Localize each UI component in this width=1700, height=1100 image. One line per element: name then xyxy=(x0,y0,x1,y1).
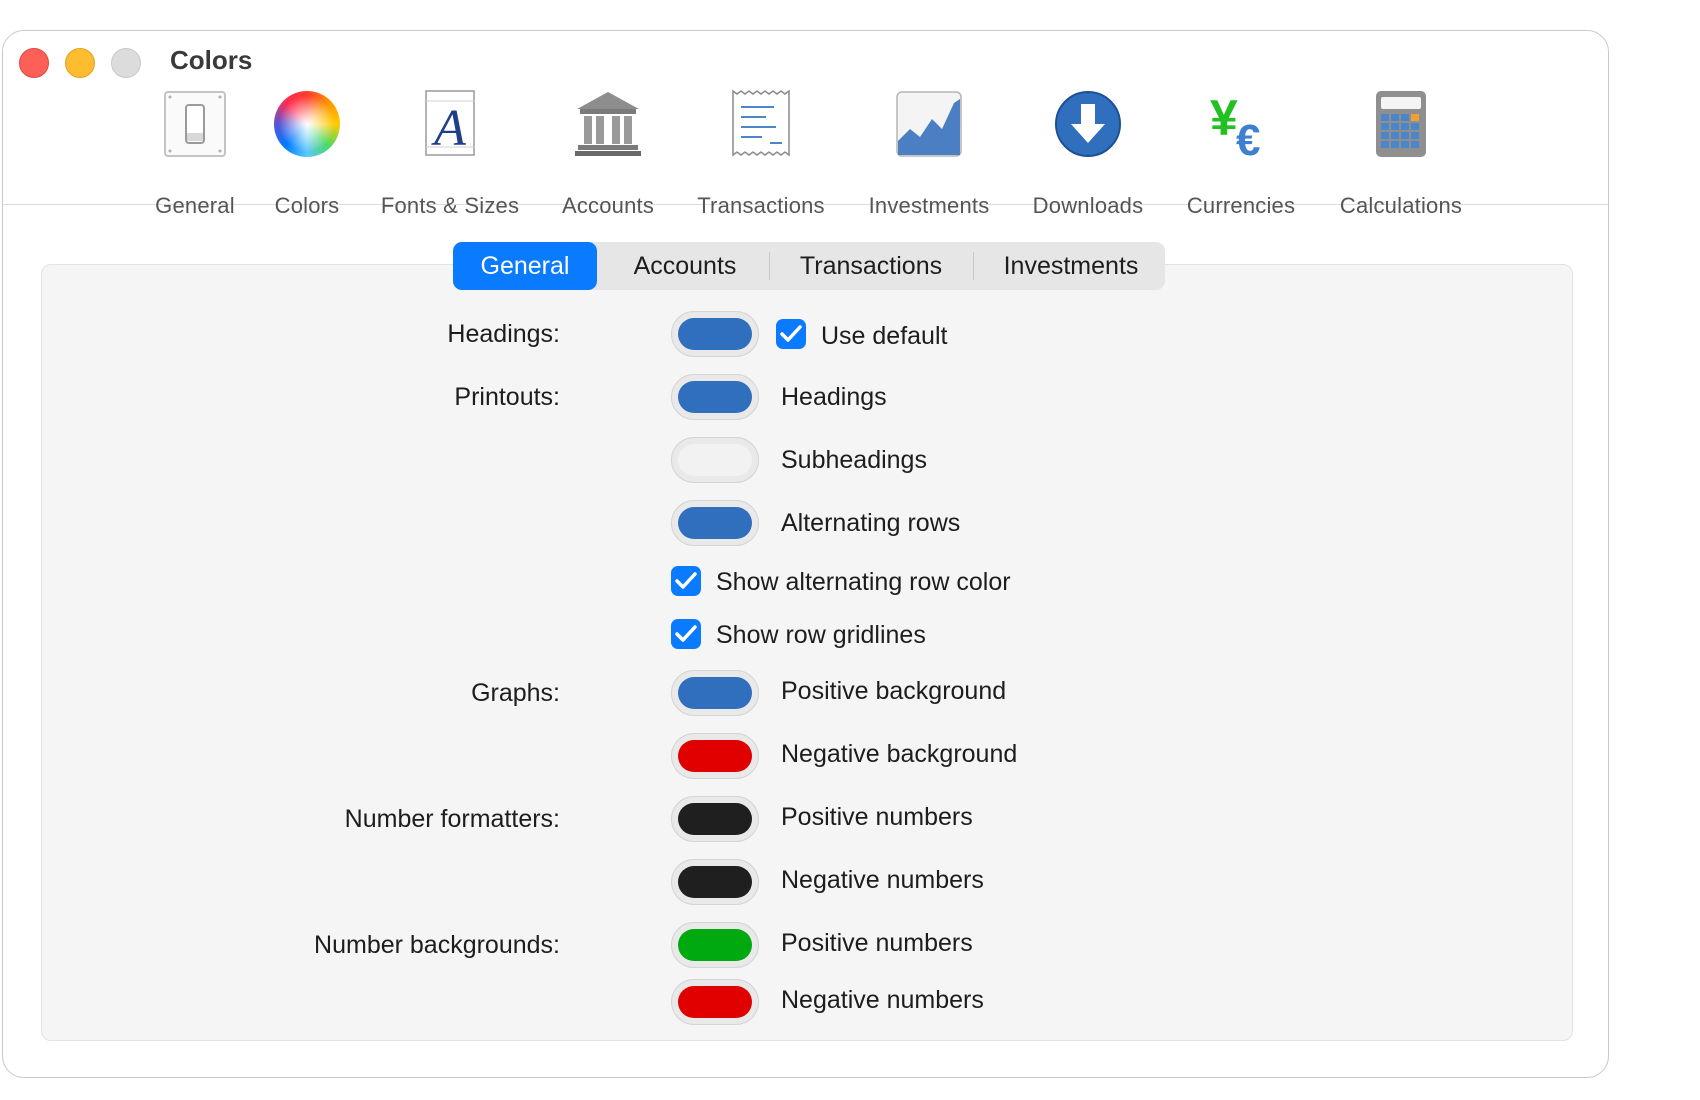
printouts-headings-color-well[interactable] xyxy=(671,374,759,420)
svg-text:€: € xyxy=(1236,116,1260,159)
toolbar-label-accounts: Accounts xyxy=(561,193,655,218)
tab-accounts[interactable]: Accounts xyxy=(605,242,765,290)
formatters-positive-color-well[interactable] xyxy=(671,796,759,842)
preferences-window: Colors General Colors A Fonts & Sizes Ac… xyxy=(2,30,1609,1078)
toolbar-label-investments: Investments xyxy=(868,193,990,218)
show-alternating-label: Show alternating row color xyxy=(716,568,1011,596)
graphs-positive-color-well[interactable] xyxy=(671,670,759,716)
number-backgrounds-label: Number backgrounds: xyxy=(314,931,560,959)
formatters-positive-label: Positive numbers xyxy=(781,803,973,831)
printouts-alternating-label: Alternating rows xyxy=(781,509,961,537)
headings-color-well[interactable] xyxy=(671,311,759,357)
formatters-negative-color-fill xyxy=(678,866,752,898)
headings-color-fill xyxy=(678,318,752,350)
printouts-headings-color-fill xyxy=(678,381,752,413)
formatters-positive-color-fill xyxy=(678,803,752,835)
toolbar-label-fonts-sizes: Fonts & Sizes xyxy=(380,193,520,218)
backgrounds-negative-color-well[interactable] xyxy=(671,979,759,1025)
printouts-subheadings-color-well[interactable] xyxy=(671,437,759,483)
backgrounds-positive-label: Positive numbers xyxy=(781,929,973,957)
zoom-window-button[interactable] xyxy=(111,48,141,78)
graphs-positive-label: Positive background xyxy=(781,677,1007,705)
close-window-button[interactable] xyxy=(19,48,49,78)
settings-panel xyxy=(41,264,1573,1041)
toolbar-label-calculations: Calculations xyxy=(1339,193,1463,218)
general-switch-icon xyxy=(164,91,226,157)
backgrounds-negative-color-fill xyxy=(678,986,752,1018)
toolbar: Colors General Colors A Fonts & Sizes Ac… xyxy=(3,31,1608,218)
tab-segmented-control: General Accounts Transactions Investment… xyxy=(453,242,1165,290)
graphs-negative-label: Negative background xyxy=(781,740,1018,768)
use-default-label: Use default xyxy=(821,322,948,350)
show-gridlines-checkbox[interactable] xyxy=(671,619,701,649)
printouts-subheadings-color-fill xyxy=(678,444,752,476)
download-arrow-icon xyxy=(1055,91,1121,157)
window-title: Colors xyxy=(170,45,253,75)
color-wheel-icon xyxy=(274,91,340,157)
yen-euro-icon: ¥ € xyxy=(1210,90,1260,159)
receipt-icon xyxy=(732,89,790,157)
graphs-label: Graphs: xyxy=(471,679,560,707)
toolbar-label-downloads: Downloads xyxy=(1032,193,1144,218)
toolbar-label-transactions: Transactions xyxy=(697,193,825,218)
headings-label: Headings: xyxy=(447,320,560,348)
graphs-positive-color-fill xyxy=(678,677,752,709)
show-gridlines-label: Show row gridlines xyxy=(716,621,926,649)
printouts-label: Printouts: xyxy=(454,383,560,411)
font-a-icon: A xyxy=(425,90,475,157)
calculator-icon xyxy=(1376,91,1426,157)
toolbar-label-currencies: Currencies xyxy=(1186,193,1296,218)
backgrounds-negative-label: Negative numbers xyxy=(781,986,984,1014)
svg-text:¥: ¥ xyxy=(1210,90,1238,146)
backgrounds-positive-color-fill xyxy=(678,929,752,961)
formatters-negative-color-well[interactable] xyxy=(671,859,759,905)
graphs-negative-color-fill xyxy=(678,740,752,772)
tab-investments[interactable]: Investments xyxy=(977,242,1165,290)
formatters-negative-label: Negative numbers xyxy=(781,866,984,894)
toolbar-label-general: General xyxy=(155,193,235,218)
tab-divider xyxy=(769,252,770,280)
printouts-alternating-color-well[interactable] xyxy=(671,500,759,546)
show-alternating-checkbox[interactable] xyxy=(671,566,701,596)
number-formatters-label: Number formatters: xyxy=(344,805,560,833)
minimize-window-button[interactable] xyxy=(65,48,95,78)
tab-divider xyxy=(973,252,974,280)
tab-transactions[interactable]: Transactions xyxy=(773,242,969,290)
printouts-headings-label: Headings xyxy=(781,383,887,411)
bank-building-icon xyxy=(575,92,641,156)
use-default-checkbox[interactable] xyxy=(776,319,806,349)
graphs-negative-color-well[interactable] xyxy=(671,733,759,779)
printouts-alternating-color-fill xyxy=(678,507,752,539)
svg-text:A: A xyxy=(431,100,466,157)
printouts-subheadings-label: Subheadings xyxy=(781,446,927,474)
toolbar-label-colors: Colors xyxy=(274,193,340,218)
tab-general[interactable]: General xyxy=(453,242,597,290)
backgrounds-positive-color-well[interactable] xyxy=(671,922,759,968)
area-chart-icon xyxy=(896,91,962,157)
